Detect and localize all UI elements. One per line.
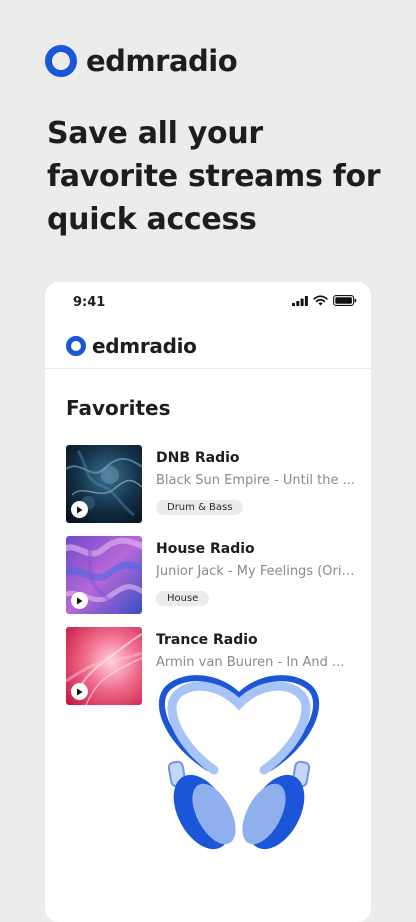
play-icon <box>77 597 83 604</box>
station-artwork <box>66 536 142 614</box>
play-button[interactable] <box>71 592 88 609</box>
cellular-signal-icon <box>292 295 308 306</box>
battery-icon <box>333 295 357 306</box>
logo-ring-icon <box>66 336 86 356</box>
play-button[interactable] <box>71 501 88 518</box>
station-title: House Radio <box>156 541 255 557</box>
station-artwork <box>66 445 142 523</box>
station-title: DNB Radio <box>156 450 240 466</box>
track-name: Black Sun Empire - Until the ... <box>156 473 355 488</box>
brand-logo: edmradio <box>45 44 238 78</box>
track-name: Junior Jack - My Feelings (Orig... <box>156 564 361 579</box>
status-time: 9:41 <box>73 295 106 310</box>
status-icons <box>292 295 357 306</box>
play-button[interactable] <box>71 683 88 700</box>
list-item[interactable]: House Radio Junior Jack - My Feelings (O… <box>66 536 366 614</box>
genre-badge: House <box>156 591 210 606</box>
play-icon <box>77 688 83 695</box>
app-logo[interactable]: edmradio <box>66 334 197 358</box>
status-bar: 9:41 <box>45 282 371 322</box>
station-title: Trance Radio <box>156 632 258 648</box>
app-brand-name: edmradio <box>92 334 197 358</box>
section-title: Favorites <box>66 396 171 420</box>
genre-badge: Drum & Bass <box>156 500 244 515</box>
headline: Save all your favorite streams for quick… <box>47 116 381 237</box>
wifi-icon <box>313 295 328 306</box>
brand-name: edmradio <box>86 44 238 78</box>
list-item[interactable]: DNB Radio Black Sun Empire - Until the .… <box>66 445 366 523</box>
station-artwork <box>66 627 142 705</box>
logo-ring-icon <box>45 45 77 77</box>
app-header: edmradio <box>45 322 371 369</box>
headphones-illustration <box>158 675 320 850</box>
play-icon <box>77 506 83 513</box>
